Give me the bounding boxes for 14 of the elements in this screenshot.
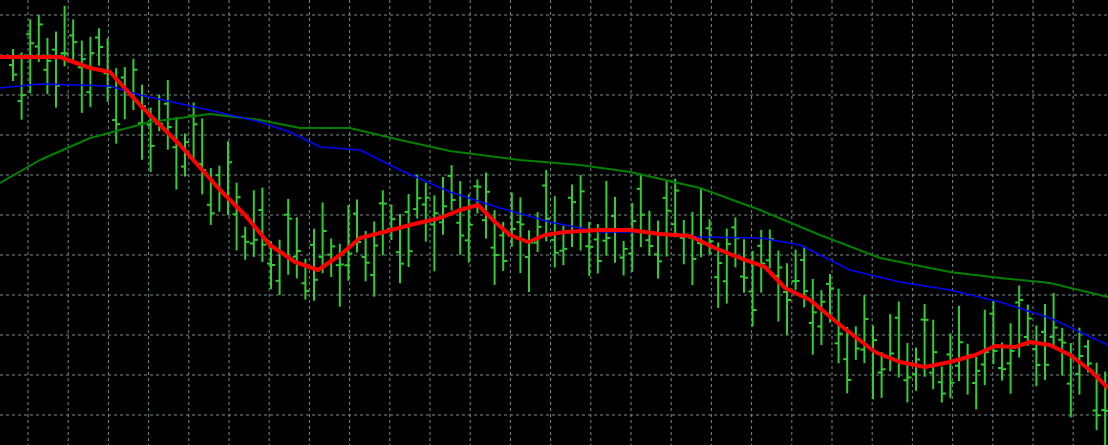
price-bar — [902, 342, 913, 404]
price-bar — [816, 289, 827, 346]
price-bar — [739, 238, 749, 294]
price-bar — [584, 220, 595, 277]
price-bar — [205, 167, 216, 226]
price-bar — [506, 191, 517, 248]
price-bar — [420, 181, 431, 243]
price-bar — [59, 4, 70, 68]
price-bar — [352, 198, 362, 254]
price-bar — [653, 219, 663, 280]
price-bar — [42, 37, 53, 96]
price-bar — [971, 355, 982, 411]
price-bar — [438, 176, 448, 236]
price-bar — [274, 238, 285, 296]
